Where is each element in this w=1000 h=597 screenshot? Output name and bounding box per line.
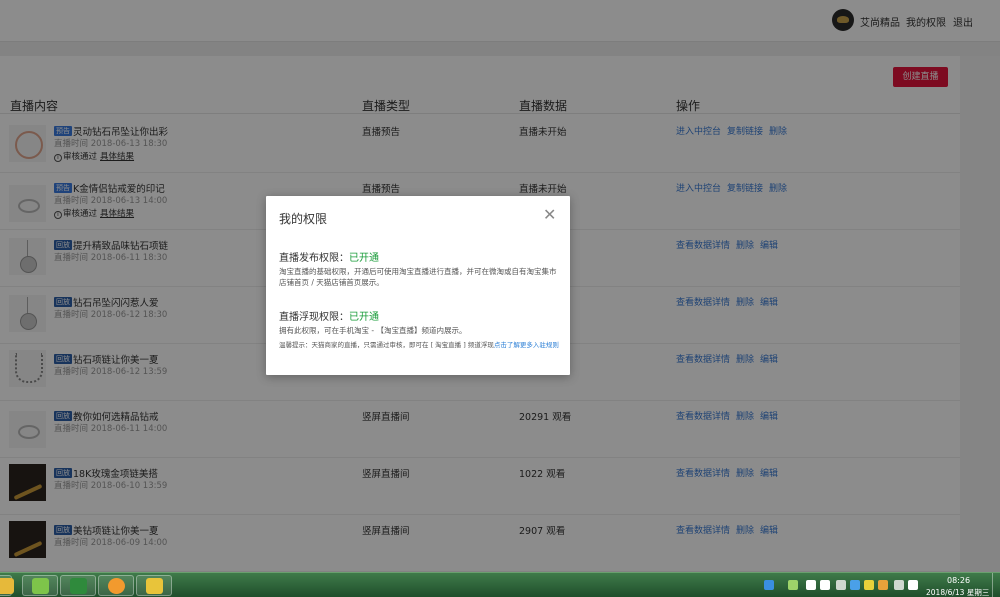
tray-chat-icon[interactable] bbox=[820, 580, 830, 590]
clock-date[interactable]: 2018/6/13 星期三 bbox=[926, 587, 989, 597]
taskbar: 08:26 2018/6/13 星期三 bbox=[0, 572, 1000, 597]
tray-battery-icon[interactable] bbox=[788, 580, 798, 590]
image-app-icon bbox=[146, 578, 163, 594]
tip-text: 温馨提示：天猫商家的直播，只需通过审核，即可在 [ 淘宝直播 ] 频道浮现点击了… bbox=[279, 341, 564, 350]
excel-icon bbox=[70, 578, 87, 594]
taskbar-app-excel[interactable] bbox=[60, 575, 96, 596]
tray-security-icon[interactable] bbox=[850, 580, 860, 590]
tip-body: 温馨提示：天猫商家的直播，只需通过审核，即可在 [ 淘宝直播 ] 频道浮现 bbox=[279, 341, 494, 349]
publish-permission-status: 已开通 bbox=[349, 253, 379, 264]
clock-time[interactable]: 08:26 bbox=[947, 576, 970, 585]
close-icon[interactable]: ✕ bbox=[543, 205, 556, 224]
tray-monitor-icon[interactable] bbox=[894, 580, 904, 590]
tray-chat-icon[interactable] bbox=[806, 580, 816, 590]
permissions-dialog: 我的权限 ✕ 直播发布权限：已开通 淘宝直播的基础权限，开通后可使用淘宝直播进行… bbox=[266, 196, 570, 375]
show-desktop-button[interactable] bbox=[992, 573, 1000, 597]
tray-sync-icon[interactable] bbox=[864, 580, 874, 590]
float-permission-description: 拥有此权限，可在手机淘宝 - 【淘宝直播】频道内展示。 bbox=[279, 326, 467, 335]
tray-volume-icon[interactable] bbox=[908, 580, 918, 590]
start-button[interactable] bbox=[0, 575, 14, 596]
tray-network-icon[interactable] bbox=[836, 580, 846, 590]
dialog-title: 我的权限 bbox=[279, 212, 328, 226]
taskbar-app-image[interactable] bbox=[136, 575, 172, 596]
browser-icon bbox=[108, 578, 125, 594]
rules-link[interactable]: 点击了解更多入驻规则 bbox=[494, 341, 559, 349]
tray-flag-icon[interactable] bbox=[878, 580, 888, 590]
taskbar-app-wechat[interactable] bbox=[22, 575, 58, 596]
publish-permission-label: 直播发布权限： bbox=[279, 253, 349, 264]
taskbar-app-browser[interactable] bbox=[98, 575, 134, 596]
publish-permission-description: 淘宝直播的基础权限，开通后可使用淘宝直播进行直播，并可在微淘或自有淘宝集市店铺首… bbox=[279, 267, 557, 287]
tray-app-icon[interactable] bbox=[764, 580, 774, 590]
publish-permission-heading: 直播发布权限：已开通 bbox=[279, 249, 379, 264]
float-permission-status: 已开通 bbox=[349, 312, 379, 323]
float-permission-label: 直播浮现权限： bbox=[279, 312, 349, 323]
folder-icon bbox=[0, 578, 14, 594]
wechat-icon bbox=[32, 578, 49, 594]
float-permission-heading: 直播浮现权限：已开通 bbox=[279, 308, 379, 323]
